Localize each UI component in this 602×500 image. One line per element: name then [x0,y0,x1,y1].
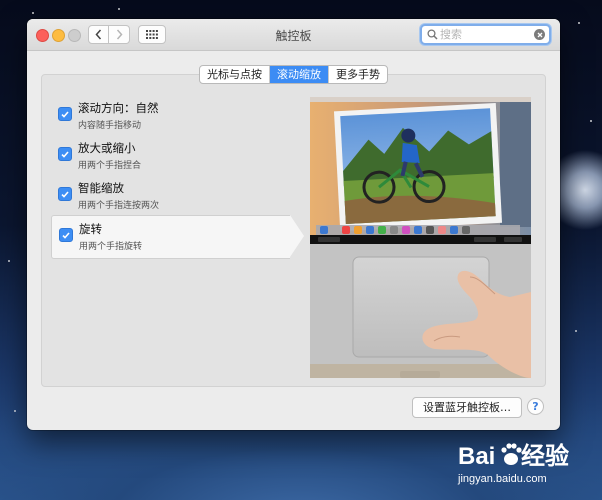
option-subtitle: 用两个手指连按两次 [78,201,160,211]
setup-bluetooth-trackpad-button[interactable]: 设置蓝牙触控板… [412,397,522,418]
baidu-logo: Bai 经验 [458,442,569,470]
clear-search-button[interactable] [534,29,545,40]
checkbox-rotate[interactable] [59,228,73,242]
svg-text:Bai: Bai [458,443,495,470]
tab-scroll-and-zoom[interactable]: 滚动缩放 [270,66,329,83]
trackpad-preferences-window: 触控板 光标与点按 滚动缩放 更多手势 滚动方向：自然 内容随手指移动 [27,19,560,430]
checkbox-zoom-in-out[interactable] [58,147,72,161]
watermark-url: jingyan.baidu.com [458,473,547,485]
option-title: 智能缩放 [78,181,124,195]
option-smart-zoom[interactable]: 智能缩放 用两个手指连按两次 [51,175,295,217]
checkmark-icon [61,190,69,198]
option-zoom-in-out[interactable]: 放大或缩小 用两个手指捏合 [51,135,295,177]
checkbox-smart-zoom[interactable] [58,187,72,201]
tab-bar: 光标与点按 滚动缩放 更多手势 [199,65,388,84]
option-title: 旋转 [79,222,102,236]
title-bar: 触控板 [27,19,560,51]
option-subtitle: 用两个手指旋转 [79,242,143,252]
option-rotate[interactable]: 旋转 用两个手指旋转 [51,215,304,259]
gesture-preview-video [310,97,531,378]
tab-point-and-click[interactable]: 光标与点按 [200,66,270,83]
option-subtitle: 内容随手指移动 [78,121,142,131]
settings-panel: 滚动方向：自然 内容随手指移动 放大或缩小 用两个手指捏合 智能缩放 用两个手指… [41,74,546,387]
tab-more-gestures[interactable]: 更多手势 [329,66,387,83]
close-icon [537,32,542,37]
checkmark-icon [61,110,69,118]
option-subtitle: 用两个手指捏合 [78,161,142,171]
checkbox-scroll-direction[interactable] [58,107,72,121]
search-input[interactable] [440,27,530,42]
svg-text:经验: 经验 [521,442,569,470]
search-icon [427,29,438,40]
checkmark-icon [61,150,69,158]
option-title: 放大或缩小 [78,141,136,155]
gesture-preview-image [310,97,531,378]
baidu-jingyan-watermark: Bai 经验 jingyan.baidu.com [458,440,576,485]
checkmark-icon [62,231,70,239]
help-button[interactable]: ? [527,398,544,415]
search-field[interactable] [420,24,551,45]
option-scroll-direction[interactable]: 滚动方向：自然 内容随手指移动 [51,95,295,137]
option-title: 滚动方向：自然 [78,101,159,115]
